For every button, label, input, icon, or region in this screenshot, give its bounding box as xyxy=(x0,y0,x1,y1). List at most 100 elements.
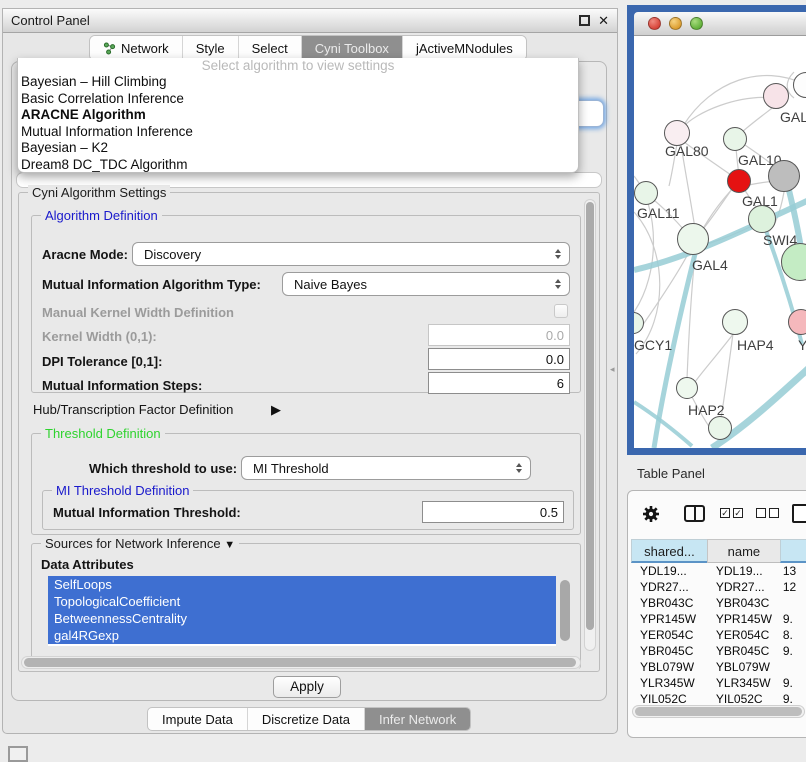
network-icon xyxy=(103,42,116,55)
bottom-tab-impute-data[interactable]: Impute Data xyxy=(148,708,248,730)
tab-cyni-toolbox[interactable]: Cyni Toolbox xyxy=(302,36,403,60)
attribute-item-topologicalcoefficient[interactable]: TopologicalCoefficient xyxy=(48,593,556,610)
node-gal11[interactable] xyxy=(634,181,658,205)
close-icon[interactable]: ✕ xyxy=(598,14,609,27)
table-row[interactable]: YBL079WYBL079W xyxy=(631,659,806,675)
table-cell: YLR345W xyxy=(707,675,780,691)
table-row[interactable]: YER054CYER054C8. xyxy=(631,627,806,643)
network-window-titlebar xyxy=(634,12,806,36)
sources-group-title: Sources for Network Inference ▼ xyxy=(41,536,239,551)
table-row[interactable]: YBR045CYBR045C9. xyxy=(631,643,806,659)
table-cell: YER054C xyxy=(631,627,707,643)
attribute-item-gal4rgexp[interactable]: gal4RGexp xyxy=(48,627,556,644)
collapsed-arrow-icon[interactable]: ▶ xyxy=(271,402,281,418)
node-swi4[interactable] xyxy=(748,205,776,233)
node-gal4[interactable] xyxy=(677,223,709,255)
table-row[interactable]: YBR043CYBR043C xyxy=(631,595,806,611)
mi-type-label: Mutual Information Algorithm Type: xyxy=(42,277,261,292)
tab-select[interactable]: Select xyxy=(239,36,302,60)
tab-style[interactable]: Style xyxy=(183,36,239,60)
table-cell: YDL19... xyxy=(707,563,780,579)
column-header-3[interactable] xyxy=(780,539,806,563)
column-header-shared-[interactable]: shared... xyxy=(631,539,707,563)
table-cell: 8. xyxy=(780,627,806,643)
expanded-arrow-icon[interactable]: ▼ xyxy=(224,539,235,551)
apply-button[interactable]: Apply xyxy=(273,676,341,698)
node-gal[interactable] xyxy=(763,83,789,109)
which-threshold-label: Which threshold to use: xyxy=(89,461,237,476)
screen: Control Panel ✕ NetworkStyleSelectCyni T… xyxy=(0,0,806,762)
tab-jactivemnodules[interactable]: jActiveMNodules xyxy=(403,36,526,60)
checked-boxes-icon[interactable]: ✓ ✓ xyxy=(720,508,743,518)
tab-label: Select xyxy=(252,41,288,56)
splitter-collapse-arrow[interactable]: ◂ xyxy=(610,364,615,375)
table-doc-icon[interactable] xyxy=(792,504,806,523)
gear-icon[interactable] xyxy=(642,505,660,523)
split-columns-icon[interactable] xyxy=(684,505,705,522)
node[interactable] xyxy=(708,416,732,440)
table-row[interactable]: YLR345WYLR345W9. xyxy=(631,675,806,691)
dpi-tolerance-field[interactable]: 0.0 xyxy=(428,348,570,370)
column-header-name[interactable]: name xyxy=(707,539,780,563)
table-row[interactable]: YDL19...YDL19...13 xyxy=(631,563,806,579)
table-horizontal-scrollbar[interactable] xyxy=(632,705,805,718)
zoom-traffic-light-icon[interactable] xyxy=(690,17,703,30)
table-cell: YDL19... xyxy=(631,563,707,579)
node-label-hap4: HAP4 xyxy=(737,337,774,353)
bottom-tab-infer-network[interactable]: Infer Network xyxy=(365,708,470,730)
table-cell xyxy=(780,659,806,675)
table-cell: YDR27... xyxy=(707,579,780,595)
attributes-list-scrollbar[interactable] xyxy=(560,578,570,644)
mi-steps-field[interactable]: 6 xyxy=(428,372,570,394)
mi-threshold-field[interactable]: 0.5 xyxy=(422,501,564,523)
minimized-panel-icon[interactable] xyxy=(8,746,28,762)
dpi-tolerance-label: DPI Tolerance [0,1]: xyxy=(42,354,162,369)
node-hap2[interactable] xyxy=(676,377,698,399)
settings-horizontal-scrollbar[interactable] xyxy=(21,656,581,669)
unchecked-boxes-icon[interactable] xyxy=(756,508,779,518)
network-canvas[interactable]: GALGAL80GAL10GAL1GAL11SWI4GAL4GCY1HAP4YH… xyxy=(634,36,806,448)
which-threshold-combobox[interactable]: MI Threshold xyxy=(241,456,531,480)
manual-kernel-checkbox[interactable] xyxy=(554,304,568,318)
attribute-item-betweennesscentrality[interactable]: BetweennessCentrality xyxy=(48,610,556,627)
table-cell: YLR345W xyxy=(631,675,707,691)
table-row[interactable]: YIL052CYIL052C9. xyxy=(631,691,806,703)
settings-vertical-scrollbar[interactable] xyxy=(584,199,596,651)
table-cell: YIL052C xyxy=(631,691,707,703)
tab-label: Style xyxy=(196,41,225,56)
table-panel-card: ✓ ✓ shared...name YDL19...YDL19...13YDR2… xyxy=(627,490,806,738)
table-row[interactable]: YPR145WYPR145W9. xyxy=(631,611,806,627)
node-hap4[interactable] xyxy=(722,309,748,335)
data-attributes-list[interactable]: SelfLoopsTopologicalCoefficientBetweenne… xyxy=(48,576,556,646)
table-row[interactable]: YDR27...YDR27...12 xyxy=(631,579,806,595)
bottom-tab-discretize-data[interactable]: Discretize Data xyxy=(248,708,365,730)
node-gal1[interactable] xyxy=(727,169,751,193)
node-gal10[interactable] xyxy=(723,127,747,151)
close-traffic-light-icon[interactable] xyxy=(648,17,661,30)
table-cell: 9. xyxy=(780,675,806,691)
algorithm-option-basic-correlation-inference[interactable]: Basic Correlation Inference xyxy=(18,91,578,108)
data-attributes-label: Data Attributes xyxy=(41,557,134,572)
node[interactable] xyxy=(768,160,800,192)
table-cell: YBL079W xyxy=(707,659,780,675)
aracne-mode-combobox[interactable]: Discovery xyxy=(132,242,570,266)
sources-title-text: Sources for Network Inference xyxy=(45,536,221,551)
algorithm-definition-title: Algorithm Definition xyxy=(41,208,162,223)
tab-label: Cyni Toolbox xyxy=(315,41,389,56)
algorithm-option-bayesian-hill-climbing[interactable]: Bayesian – Hill Climbing xyxy=(18,74,578,91)
algorithm-option-aracne-algorithm[interactable]: ARACNE Algorithm xyxy=(18,107,578,124)
tab-network[interactable]: Network xyxy=(90,36,183,60)
mi-type-combobox[interactable]: Naive Bayes xyxy=(282,272,570,296)
minimize-traffic-light-icon[interactable] xyxy=(669,17,682,30)
algorithm-option-bayesian-k2[interactable]: Bayesian – K2 xyxy=(18,140,578,157)
aracne-mode-label: Aracne Mode: xyxy=(42,247,128,262)
algorithm-dropdown-popup: Select algorithm to view settings Bayesi… xyxy=(17,58,579,173)
algorithm-option-mutual-information-inference[interactable]: Mutual Information Inference xyxy=(18,124,578,141)
kernel-width-field[interactable]: 0.0 xyxy=(428,324,570,346)
table-toolbar: ✓ ✓ xyxy=(628,491,806,537)
float-window-icon[interactable] xyxy=(579,15,590,26)
attribute-item-selfloops[interactable]: SelfLoops xyxy=(48,576,556,593)
sources-group: Sources for Network Inference ▼ Data Att… xyxy=(31,543,581,669)
control-panel-window: Control Panel ✕ NetworkStyleSelectCyni T… xyxy=(2,8,618,734)
algorithm-option-dream8-dc-tdc-algorithm[interactable]: Dream8 DC_TDC Algorithm xyxy=(18,157,578,174)
